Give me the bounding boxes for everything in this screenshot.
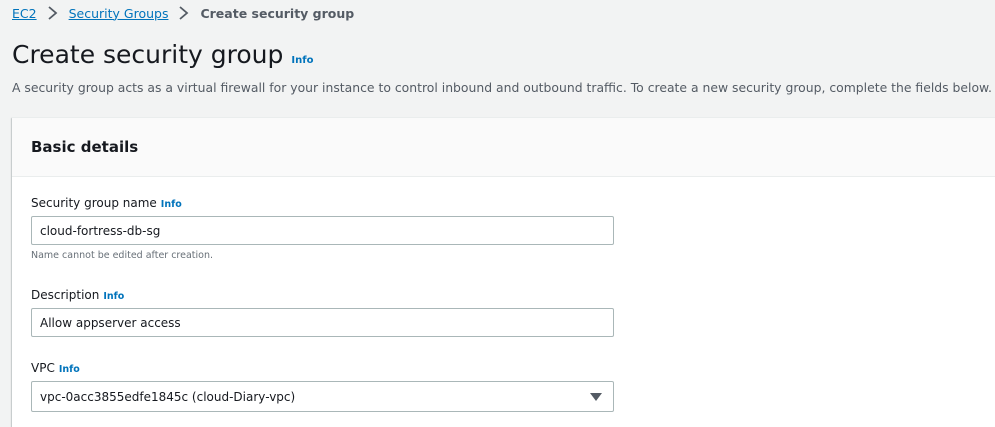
- vpc-label: VPC: [31, 361, 55, 375]
- caret-down-icon: [589, 390, 603, 404]
- chevron-right-icon: [174, 4, 194, 22]
- vpc-select-value: vpc-0acc3855edfe1845c (cloud-Diary-vpc): [40, 389, 296, 404]
- security-group-name-input[interactable]: [31, 216, 614, 245]
- breadcrumb: EC2 Security Groups Create security grou…: [12, 4, 354, 22]
- panel-title: Basic details: [31, 138, 139, 156]
- description-label-row: Description Info: [31, 288, 614, 302]
- vpc-label-row: VPC Info: [31, 361, 614, 375]
- description-input[interactable]: [31, 308, 614, 337]
- page-title: Create security group: [12, 40, 284, 69]
- breadcrumb-current: Create security group: [200, 5, 355, 21]
- security-group-name-field: Security group name Info Name cannot be …: [31, 196, 614, 261]
- description-info-link[interactable]: Info: [103, 291, 124, 302]
- page-info-link[interactable]: Info: [291, 55, 313, 66]
- page-header: Create security group Info: [12, 40, 313, 69]
- security-group-name-label: Security group name: [31, 196, 157, 210]
- vpc-info-link[interactable]: Info: [59, 364, 80, 375]
- chevron-right-icon: [43, 4, 63, 22]
- page-description: A security group acts as a virtual firew…: [12, 80, 992, 95]
- security-group-name-info-link[interactable]: Info: [161, 199, 182, 210]
- breadcrumb-link-ec2[interactable]: EC2: [12, 6, 37, 21]
- page: EC2 Security Groups Create security grou…: [0, 0, 995, 427]
- vpc-select[interactable]: vpc-0acc3855edfe1845c (cloud-Diary-vpc): [31, 381, 614, 412]
- description-label: Description: [31, 288, 100, 302]
- security-group-name-constraint: Name cannot be edited after creation.: [31, 250, 214, 261]
- security-group-name-label-row: Security group name Info: [31, 196, 614, 210]
- breadcrumb-link-security-groups[interactable]: Security Groups: [69, 6, 169, 21]
- basic-details-panel: Basic details Security group name Info N…: [12, 117, 995, 427]
- vpc-field: VPC Info vpc-0acc3855edfe1845c (cloud-Di…: [31, 361, 614, 412]
- panel-header: Basic details: [12, 118, 995, 177]
- description-field: Description Info: [31, 288, 614, 337]
